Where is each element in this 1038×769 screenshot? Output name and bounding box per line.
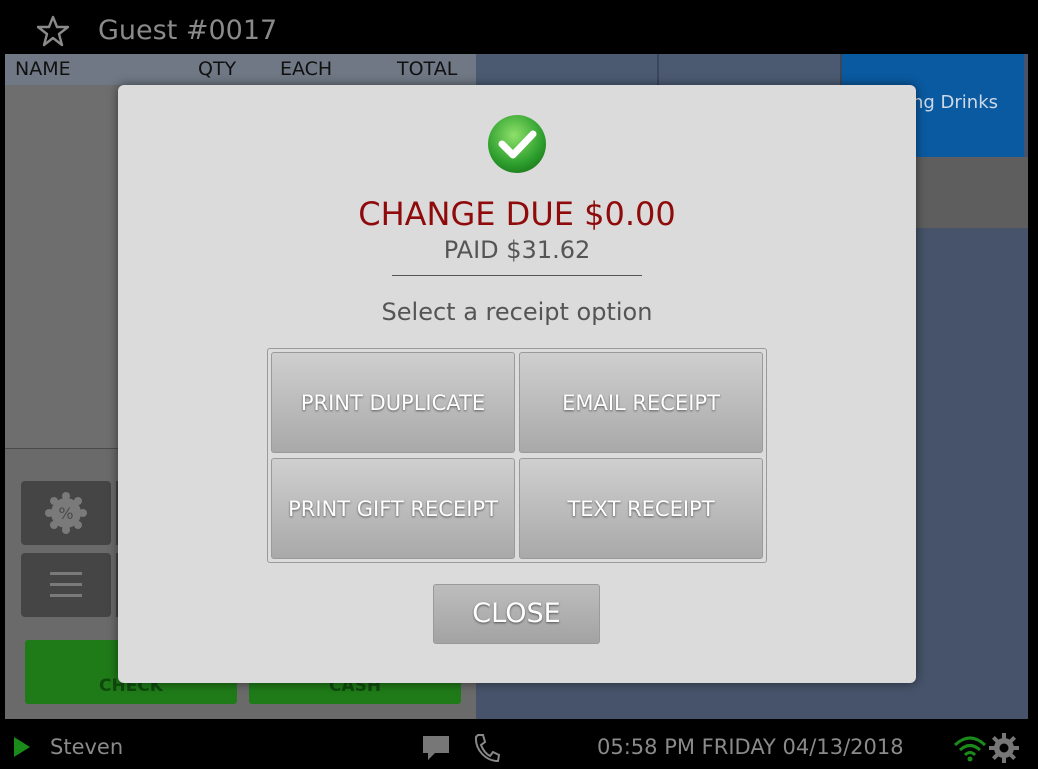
phone-icon[interactable] [472,733,501,763]
close-button[interactable]: CLOSE [433,584,600,644]
text-receipt-button[interactable]: TEXT RECEIPT [519,458,763,559]
menu-button[interactable] [21,553,111,617]
check-circle-icon [487,114,547,174]
divider [392,275,642,276]
email-receipt-button[interactable]: EMAIL RECEIPT [519,352,763,453]
receipt-prompt: Select a receipt option [381,298,653,326]
play-icon[interactable] [14,737,30,757]
paid-amount: PAID $31.62 [443,236,591,264]
col-each: EACH [280,58,333,80]
discount-icon: % [45,492,87,534]
gear-icon[interactable] [988,732,1020,764]
user-name: Steven [50,735,124,759]
star-icon[interactable] [36,14,70,48]
print-duplicate-button[interactable]: PRINT DUPLICATE [271,352,515,453]
col-name: NAME [15,58,71,80]
print-gift-receipt-button[interactable]: PRINT GIFT RECEIPT [271,458,515,559]
menu-icon [50,572,82,597]
wifi-icon [952,733,988,763]
datetime: 05:58 PM FRIDAY 04/13/2018 [597,735,904,759]
change-due: CHANGE DUE $0.00 [358,195,676,233]
guest-title: Guest #0017 [98,15,278,46]
discount-button[interactable]: % [21,481,111,545]
col-total: TOTAL [397,58,458,80]
svg-text:%: % [58,504,73,523]
chat-icon[interactable] [421,733,451,763]
col-qty: QTY [198,58,237,80]
